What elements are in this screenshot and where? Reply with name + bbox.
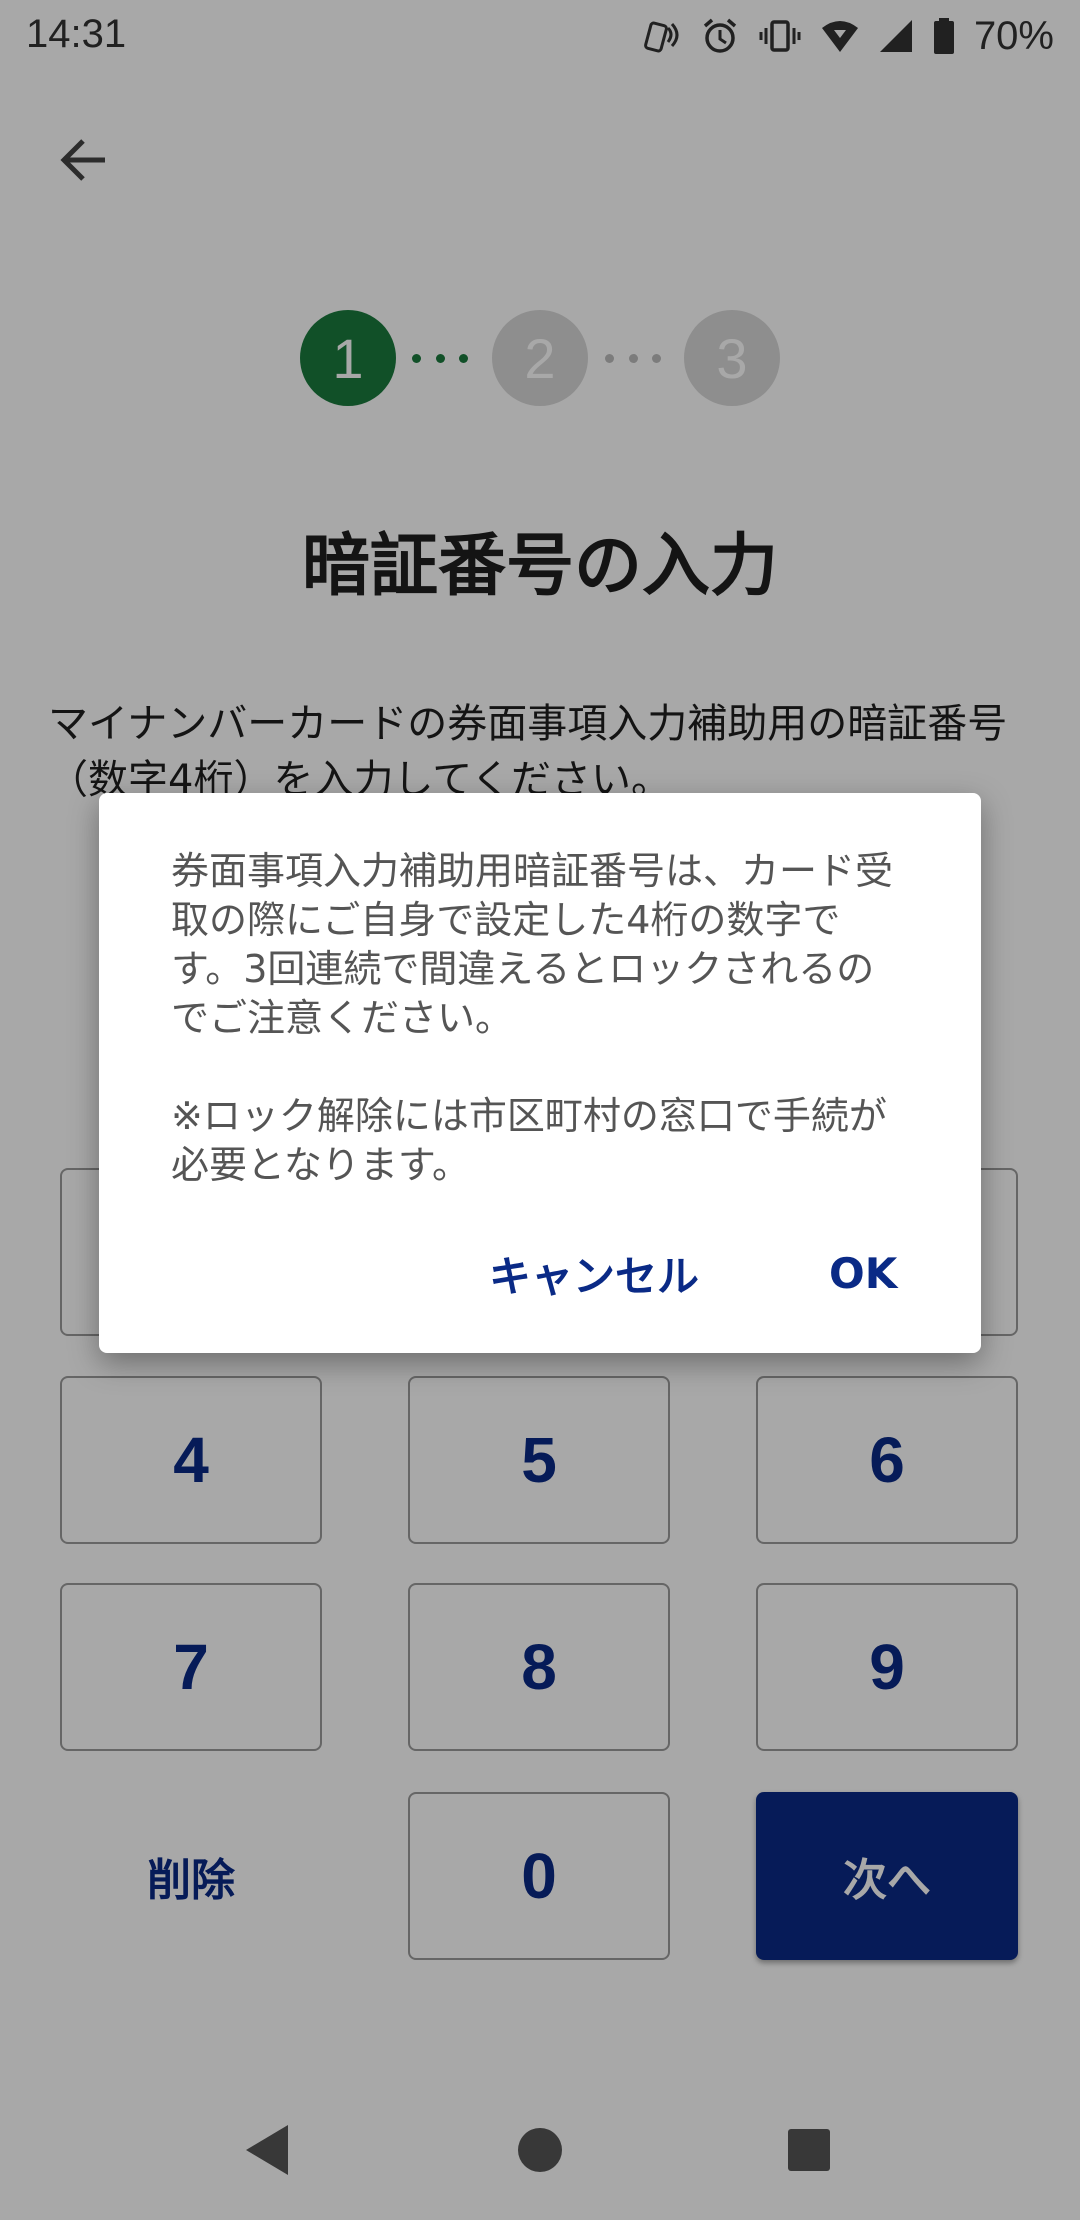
pin-info-dialog: 券面事項入力補助用暗証番号は、カード受取の際にご自身で設定した4桁の数字です。3…	[99, 793, 981, 1353]
dialog-message: 券面事項入力補助用暗証番号は、カード受取の際にご自身で設定した4桁の数字です。3…	[171, 849, 894, 1187]
cancel-button[interactable]: キャンセル	[473, 1233, 715, 1313]
ok-button[interactable]: OK	[813, 1233, 913, 1313]
